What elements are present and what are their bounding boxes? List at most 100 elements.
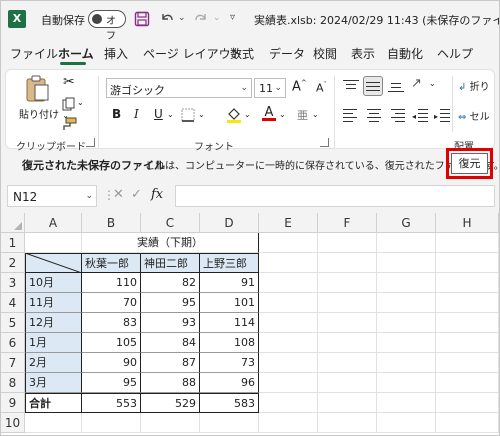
font-launcher-icon[interactable] xyxy=(320,138,329,147)
cell-e5[interactable] xyxy=(259,313,318,333)
cell-e10[interactable] xyxy=(259,413,318,433)
cell-c7[interactable]: 87 xyxy=(141,353,200,373)
insert-function-icon[interactable]: fx xyxy=(151,187,163,202)
tab-home[interactable]: ホーム xyxy=(58,45,94,62)
cell-a5[interactable]: 12月 xyxy=(25,313,82,333)
cell-c8[interactable]: 88 xyxy=(141,373,200,393)
autosave-toggle[interactable]: オフ xyxy=(88,10,126,42)
formula-input[interactable] xyxy=(175,185,495,207)
cell-d9[interactable]: 583 xyxy=(200,393,259,413)
cell-h6[interactable] xyxy=(436,333,499,353)
undo-icon[interactable] xyxy=(159,10,175,26)
grow-font-button[interactable]: A^ xyxy=(292,79,307,94)
cell-a2[interactable] xyxy=(25,253,82,273)
restore-button[interactable]: 復元 xyxy=(451,153,488,174)
select-all-corner[interactable] xyxy=(1,213,25,233)
cell-h7[interactable] xyxy=(436,353,499,373)
redo-icon[interactable] xyxy=(193,10,209,26)
cell-a10[interactable] xyxy=(25,413,82,433)
row-header-3[interactable]: 3 xyxy=(1,273,25,293)
cell-a3[interactable]: 10月 xyxy=(25,273,82,293)
cell-a8[interactable]: 3月 xyxy=(25,373,82,393)
cell-b5[interactable]: 83 xyxy=(82,313,141,333)
cell-f1[interactable] xyxy=(318,233,377,253)
column-header-e[interactable]: E xyxy=(259,213,318,233)
increase-indent-icon[interactable]: ▸ xyxy=(434,108,450,122)
cell-d3[interactable]: 91 xyxy=(200,273,259,293)
cell-c6[interactable]: 84 xyxy=(141,333,200,353)
paste-icon[interactable] xyxy=(24,74,52,104)
cell-f10[interactable] xyxy=(318,413,377,433)
cell-g7[interactable] xyxy=(377,353,436,373)
align-center-icon[interactable] xyxy=(366,108,382,122)
cell-g2[interactable] xyxy=(377,253,436,273)
cell-a1[interactable] xyxy=(25,233,82,253)
format-painter-icon[interactable] xyxy=(61,117,77,131)
tab-page-layout[interactable]: ページ レイアウト xyxy=(143,45,243,62)
row-header-10[interactable]: 10 xyxy=(1,413,25,433)
cell-b8[interactable]: 95 xyxy=(82,373,141,393)
tab-help[interactable]: ヘルプ xyxy=(437,45,473,62)
align-right-icon[interactable] xyxy=(389,108,405,122)
cell-b1[interactable]: 実績（下期） xyxy=(82,233,259,253)
cancel-icon[interactable]: ✕ xyxy=(113,187,124,202)
cell-c3[interactable]: 82 xyxy=(141,273,200,293)
orientation-dropdown-icon[interactable]: ⌄ xyxy=(429,79,436,88)
copy-icon[interactable] xyxy=(62,97,76,111)
cell-g9[interactable] xyxy=(377,393,436,413)
copy-dropdown-icon[interactable]: ⌄ xyxy=(77,98,84,107)
italic-button[interactable]: I xyxy=(134,107,139,121)
borders-dropdown-icon[interactable]: ⌄ xyxy=(198,110,205,119)
tab-review[interactable]: 校閲 xyxy=(313,45,337,62)
phonetic-guide-icon[interactable]: 亜 xyxy=(297,107,308,123)
font-color-button[interactable]: A xyxy=(262,105,276,121)
cell-h5[interactable] xyxy=(436,313,499,333)
cell-b2[interactable]: 秋葉一郎 xyxy=(82,253,141,273)
cell-f2[interactable] xyxy=(318,253,377,273)
row-header-8[interactable]: 8 xyxy=(1,373,25,393)
cell-f5[interactable] xyxy=(318,313,377,333)
merge-center-button[interactable]: ⇔ セル xyxy=(458,108,490,123)
cell-g5[interactable] xyxy=(377,313,436,333)
cell-g1[interactable] xyxy=(377,233,436,253)
row-header-5[interactable]: 5 xyxy=(1,313,25,333)
cell-e4[interactable] xyxy=(259,293,318,313)
cell-d2[interactable]: 上野三郎 xyxy=(200,253,259,273)
cell-e6[interactable] xyxy=(259,333,318,353)
cell-b7[interactable]: 90 xyxy=(82,353,141,373)
spreadsheet-grid[interactable]: A B C D E F G H 1 2 3 4 5 6 7 8 9 10 実績（… xyxy=(1,213,499,435)
cell-g4[interactable] xyxy=(377,293,436,313)
cell-f7[interactable] xyxy=(318,353,377,373)
row-header-2[interactable]: 2 xyxy=(1,253,25,273)
align-bottom-icon[interactable] xyxy=(388,78,404,94)
cell-d8[interactable]: 96 xyxy=(200,373,259,393)
column-header-g[interactable]: G xyxy=(377,213,436,233)
undo-dropdown-icon[interactable]: ⌄ xyxy=(178,13,186,23)
cell-g8[interactable] xyxy=(377,373,436,393)
cell-f9[interactable] xyxy=(318,393,377,413)
underline-button[interactable]: U xyxy=(154,107,163,121)
column-header-b[interactable]: B xyxy=(82,213,141,233)
cell-c5[interactable]: 93 xyxy=(141,313,200,333)
bold-button[interactable]: B xyxy=(112,107,121,121)
text-orientation-icon[interactable]: ↗ xyxy=(411,76,422,91)
cell-e2[interactable] xyxy=(259,253,318,273)
cell-h3[interactable] xyxy=(436,273,499,293)
cell-g10[interactable] xyxy=(377,413,436,433)
cell-c10[interactable] xyxy=(141,413,200,433)
tab-insert[interactable]: 挿入 xyxy=(104,45,128,62)
tab-view[interactable]: 表示 xyxy=(351,45,375,62)
cell-b6[interactable]: 105 xyxy=(82,333,141,353)
row-header-1[interactable]: 1 xyxy=(1,233,25,253)
name-box[interactable]: N12 ⌄ xyxy=(7,185,97,207)
chevron-down-icon[interactable]: ⌄ xyxy=(85,191,93,201)
column-header-d[interactable]: D xyxy=(200,213,259,233)
cell-e1[interactable] xyxy=(259,233,318,253)
align-middle-icon[interactable] xyxy=(363,76,383,96)
cell-g3[interactable] xyxy=(377,273,436,293)
cell-a4[interactable]: 11月 xyxy=(25,293,82,313)
cell-h10[interactable] xyxy=(436,413,499,433)
cell-b4[interactable]: 70 xyxy=(82,293,141,313)
cell-a7[interactable]: 2月 xyxy=(25,353,82,373)
cell-a9[interactable]: 合計 xyxy=(25,393,82,413)
